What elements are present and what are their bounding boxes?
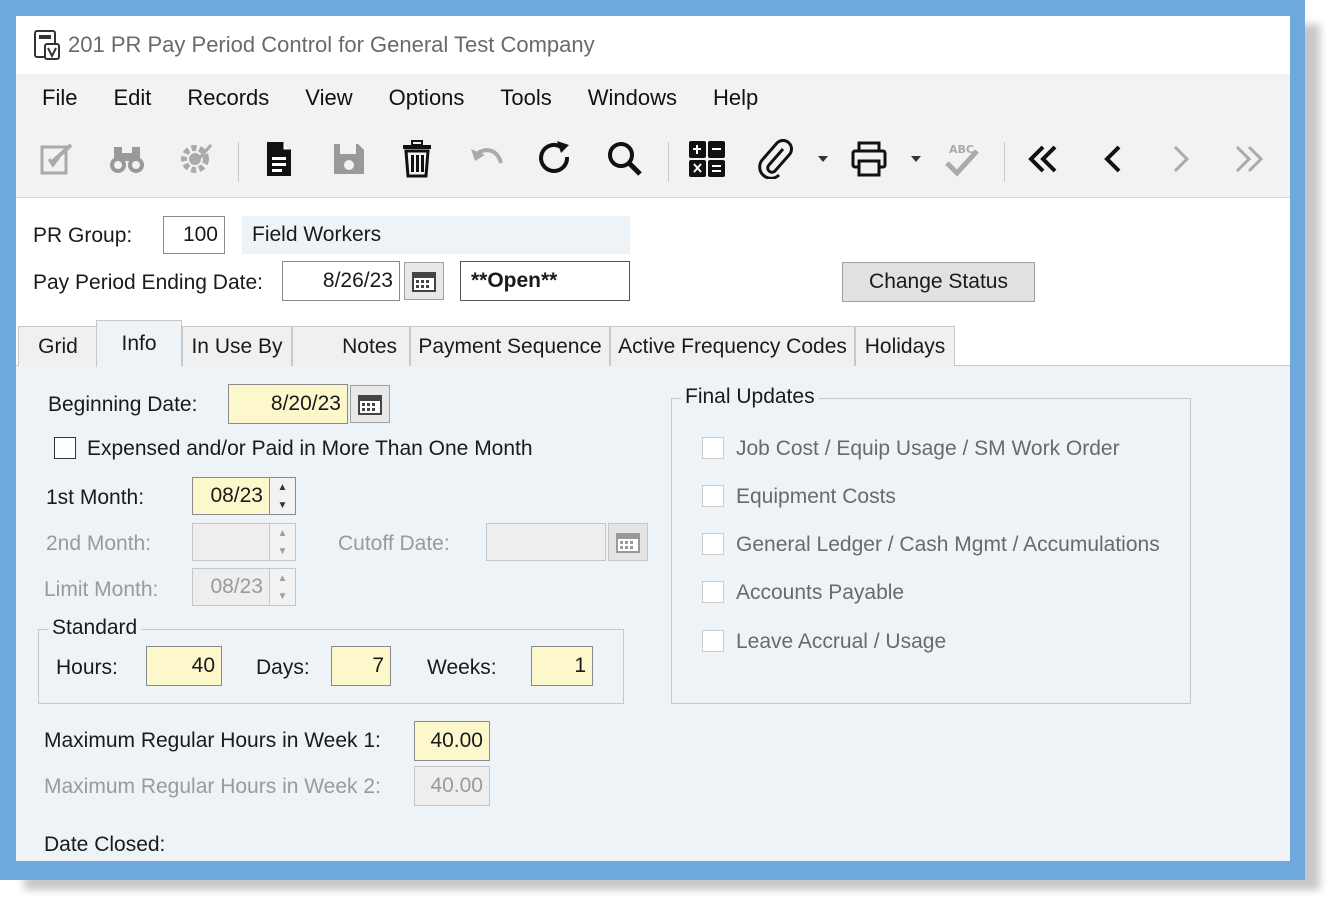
hours-label: Hours: <box>56 656 118 679</box>
final-updates-title: Final Updates <box>681 385 819 409</box>
svg-text:ABC: ABC <box>949 143 974 156</box>
cutoff-date-input[interactable] <box>486 523 606 561</box>
tab-in-use-by[interactable]: In Use By <box>182 326 292 366</box>
tab-payment-sequence[interactable]: Payment Sequence <box>410 326 610 366</box>
second-month-stepper[interactable]: ▲ ▼ <box>270 523 296 561</box>
next-record-icon[interactable] <box>1158 136 1204 182</box>
tab-active-frequency-codes[interactable]: Active Frequency Codes <box>610 326 855 366</box>
pay-period-status: **Open** <box>460 261 630 301</box>
tab-notes[interactable]: Notes <box>292 326 410 366</box>
pr-group-label: PR Group: <box>33 224 133 247</box>
pay-period-ending-date-input[interactable]: 8/26/23 <box>282 261 400 301</box>
days-label: Days: <box>256 656 310 679</box>
final-update-leave-accrual-checkbox[interactable] <box>702 630 724 652</box>
pr-group-description: Field Workers <box>242 216 630 254</box>
save-icon[interactable] <box>326 136 372 182</box>
attachment-icon[interactable] <box>752 136 798 182</box>
standard-group-title: Standard <box>48 616 142 640</box>
weeks-label: Weeks: <box>427 656 497 679</box>
second-month-label: 2nd Month: <box>46 532 152 555</box>
toolbar: ABC <box>16 122 1290 198</box>
expensed-multiple-months-checkbox[interactable] <box>54 437 76 459</box>
final-update-leave-accrual-label: Leave Accrual / Usage <box>736 630 947 653</box>
menu-options[interactable]: Options <box>389 85 465 111</box>
final-update-equipment-costs-checkbox[interactable] <box>702 485 724 507</box>
limit-month-stepper[interactable]: ▲ ▼ <box>270 568 296 606</box>
beginning-date-input[interactable]: 8/20/23 <box>228 384 348 424</box>
change-status-button[interactable]: Change Status <box>842 262 1035 302</box>
weeks-input[interactable]: 1 <box>531 646 593 686</box>
date-closed-label: Date Closed: <box>44 833 166 856</box>
tab-grid[interactable]: Grid <box>18 326 98 366</box>
menu-tools[interactable]: Tools <box>500 85 551 111</box>
calculator-icon[interactable] <box>684 136 730 182</box>
header-panel: PR Group: 100 Field Workers Pay Period E… <box>16 198 1290 318</box>
menu-bar: File Edit Records View Options Tools Win… <box>16 74 1290 122</box>
app-icon <box>34 30 60 60</box>
menu-help[interactable]: Help <box>713 85 758 111</box>
title-bar: 201 PR Pay Period Control for General Te… <box>16 16 1290 74</box>
first-month-input[interactable]: 08/23 <box>192 477 270 515</box>
expensed-multiple-months-label: Expensed and/or Paid in More Than One Mo… <box>87 437 533 460</box>
cutoff-date-label: Cutoff Date: <box>338 532 450 555</box>
pr-group-input[interactable]: 100 <box>163 216 225 254</box>
limit-month-input[interactable]: 08/23 <box>192 568 270 606</box>
menu-records[interactable]: Records <box>187 85 269 111</box>
refresh-icon[interactable] <box>532 136 578 182</box>
final-update-job-cost-checkbox[interactable] <box>702 437 724 459</box>
ending-date-calendar-icon[interactable] <box>404 262 444 300</box>
cutoff-date-calendar-icon[interactable] <box>608 523 648 561</box>
settings-gear-icon[interactable] <box>172 136 218 182</box>
menu-file[interactable]: File <box>42 85 77 111</box>
attachment-dropdown-icon[interactable] <box>818 156 828 162</box>
info-tab-panel: Beginning Date: 8/20/23 Expensed and/or … <box>16 366 1290 861</box>
final-update-accounts-payable-checkbox[interactable] <box>702 581 724 603</box>
days-input[interactable]: 7 <box>331 646 391 686</box>
undo-icon[interactable] <box>464 136 510 182</box>
app-window: 201 PR Pay Period Control for General Te… <box>16 16 1290 861</box>
max-hours-week1-label: Maximum Regular Hours in Week 1: <box>44 729 381 752</box>
max-hours-week2-label: Maximum Regular Hours in Week 2: <box>44 775 381 798</box>
final-update-job-cost-label: Job Cost / Equip Usage / SM Work Order <box>736 437 1120 460</box>
final-update-equipment-costs-label: Equipment Costs <box>736 485 896 508</box>
last-record-icon[interactable] <box>1226 136 1272 182</box>
delete-trash-icon[interactable] <box>394 136 440 182</box>
previous-record-icon[interactable] <box>1090 136 1136 182</box>
print-icon[interactable] <box>846 136 892 182</box>
beginning-date-label: Beginning Date: <box>48 393 198 416</box>
max-hours-week2-input[interactable]: 40.00 <box>414 766 490 806</box>
binoculars-icon[interactable] <box>104 136 150 182</box>
edit-note-icon[interactable] <box>34 136 80 182</box>
final-update-general-ledger-label: General Ledger / Cash Mgmt / Accumulatio… <box>736 533 1160 556</box>
limit-month-label: Limit Month: <box>44 578 159 601</box>
new-document-icon[interactable] <box>256 136 302 182</box>
tab-holidays[interactable]: Holidays <box>855 326 955 366</box>
window-title: 201 PR Pay Period Control for General Te… <box>68 32 595 57</box>
max-hours-week1-input[interactable]: 40.00 <box>414 721 490 761</box>
first-record-icon[interactable] <box>1020 136 1066 182</box>
tab-bar: Grid Info In Use By Notes Payment Sequen… <box>16 318 1290 367</box>
first-month-stepper[interactable]: ▲ ▼ <box>270 477 296 515</box>
spell-check-icon[interactable]: ABC <box>938 136 984 182</box>
final-update-accounts-payable-label: Accounts Payable <box>736 581 905 604</box>
print-dropdown-icon[interactable] <box>911 156 921 162</box>
menu-windows[interactable]: Windows <box>588 85 677 111</box>
menu-view[interactable]: View <box>305 85 352 111</box>
second-month-input[interactable] <box>192 523 270 561</box>
pay-period-ending-date-label: Pay Period Ending Date: <box>33 271 263 294</box>
first-month-label: 1st Month: <box>46 486 145 509</box>
hours-input[interactable]: 40 <box>146 646 222 686</box>
final-update-general-ledger-checkbox[interactable] <box>702 533 724 555</box>
search-icon[interactable] <box>602 136 648 182</box>
menu-edit[interactable]: Edit <box>113 85 151 111</box>
beginning-date-calendar-icon[interactable] <box>350 385 390 423</box>
tab-info[interactable]: Info <box>96 320 182 367</box>
